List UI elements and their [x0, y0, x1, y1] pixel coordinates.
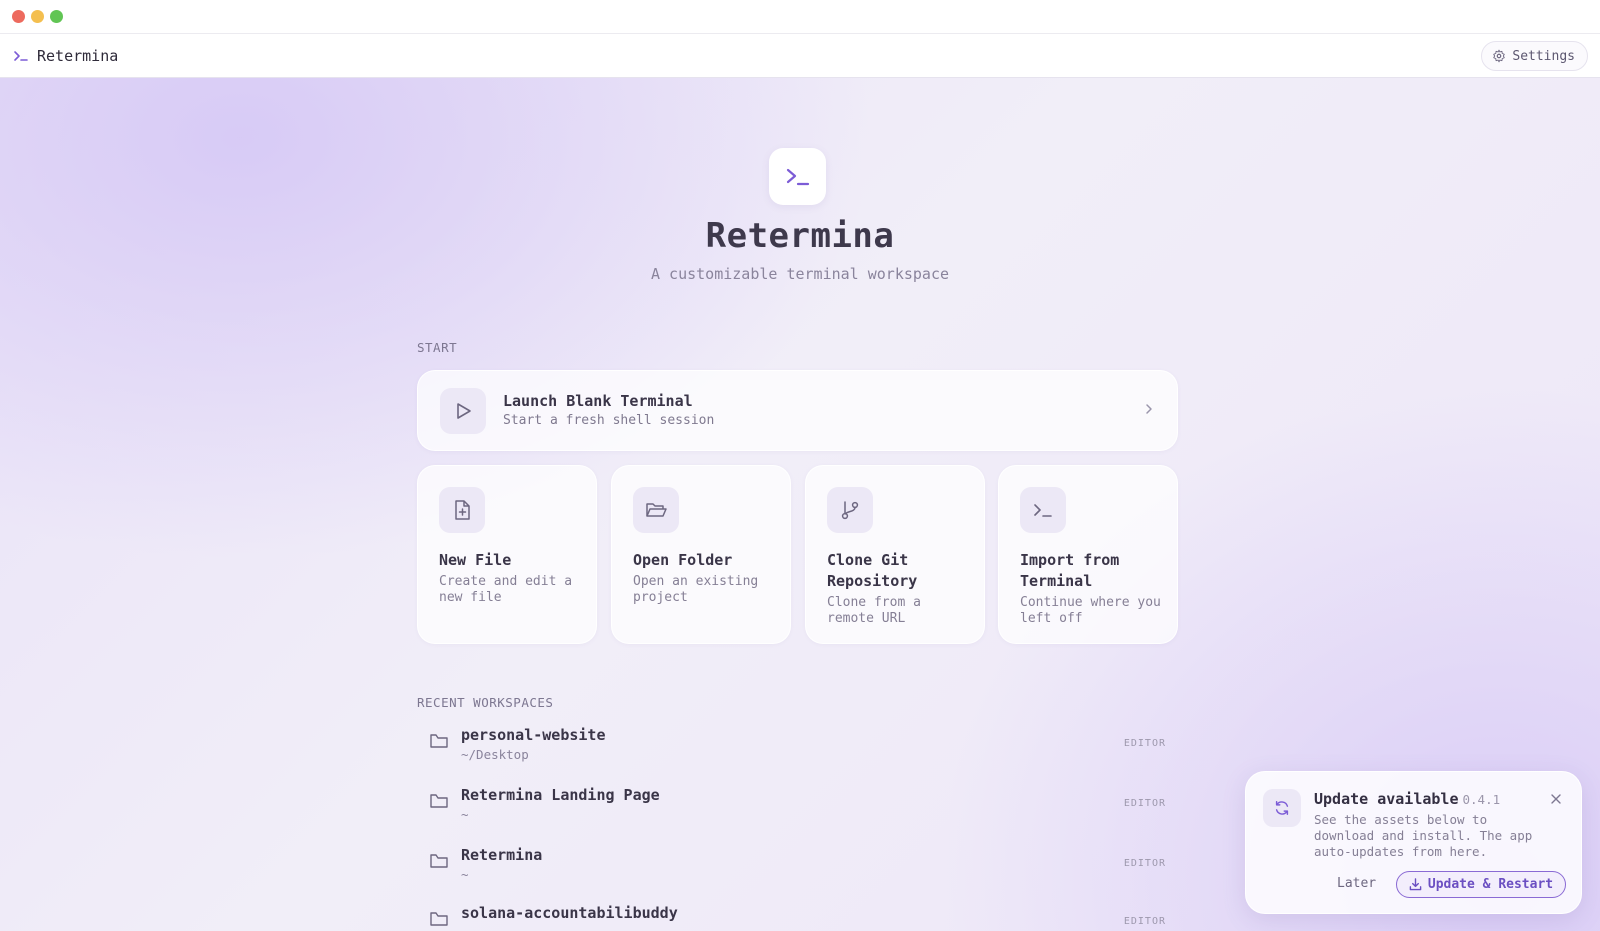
page-subtitle: A customizable terminal workspace [650, 265, 949, 283]
terminal-icon [1034, 504, 1052, 517]
workspace-path: ~/Desktop [461, 747, 529, 762]
open-folder-card[interactable]: Open Folder Open an existing project [611, 465, 791, 644]
update-icon-box [1263, 789, 1301, 827]
workspace-path: ~ [461, 867, 469, 882]
workspace-row[interactable]: Retermina Landing Page ~ EDITOR [417, 778, 1178, 834]
file-plus-icon [455, 500, 470, 520]
clone-git-title: Clone Git Repository [827, 551, 918, 590]
folder-icon [430, 734, 448, 748]
update-version: 0.4.1 [1462, 792, 1501, 807]
workspace-row[interactable]: solana-accountabilibuddy EDITOR [417, 896, 1178, 931]
workspace-row[interactable]: personal-website ~/Desktop EDITOR [417, 718, 1178, 774]
workspace-name: solana-accountabilibuddy [461, 904, 678, 922]
settings-label: Settings [1512, 48, 1575, 64]
workspace-row[interactable]: Retermina ~ EDITOR [417, 838, 1178, 894]
start-section-label: START [417, 340, 458, 355]
later-button[interactable]: Later [1337, 876, 1376, 891]
recent-workspaces-label: RECENT WORKSPACES [417, 695, 554, 710]
launch-title: Launch Blank Terminal [503, 392, 693, 410]
workspace-name: personal-website [461, 726, 606, 744]
terminal-icon [786, 168, 809, 185]
new-file-subtitle: Create and edit a new file [439, 574, 573, 605]
zoom-window-button[interactable] [50, 10, 63, 23]
welcome-screen: Retermina A customizable terminal worksp… [0, 78, 1600, 931]
app-name: Retermina [37, 46, 119, 65]
import-terminal-card[interactable]: Import from Terminal Continue where you … [998, 465, 1178, 644]
close-window-button[interactable] [12, 10, 25, 23]
update-restart-label: Update & Restart [1427, 877, 1554, 892]
workspace-path: ~ [461, 807, 469, 822]
refresh-icon [1275, 800, 1289, 816]
clone-git-card[interactable]: Clone Git Repository Clone from a remote… [805, 465, 985, 644]
download-icon [1409, 878, 1422, 891]
workspace-type-badge: EDITOR [1123, 798, 1166, 809]
launch-blank-terminal-card[interactable]: Launch Blank Terminal Start a fresh shel… [417, 370, 1178, 451]
open-folder-icon-box [633, 487, 679, 533]
window-titlebar [0, 0, 1600, 34]
update-title-text: Update available [1314, 790, 1459, 808]
close-icon[interactable] [1551, 794, 1561, 804]
page-title: Retermina [705, 216, 895, 256]
folder-icon [430, 854, 448, 868]
folder-icon [430, 794, 448, 808]
workspace-type-badge: EDITOR [1123, 858, 1166, 869]
app-logo [769, 148, 826, 205]
play-icon [457, 403, 471, 419]
workspace-name: Retermina [461, 846, 543, 864]
folder-open-icon [646, 503, 667, 517]
open-folder-title: Open Folder [633, 551, 733, 569]
workspace-type-badge: EDITOR [1123, 738, 1166, 749]
update-restart-button[interactable]: Update & Restart [1396, 871, 1566, 898]
app-brand: Retermina [13, 47, 118, 65]
gear-icon [1493, 49, 1506, 63]
terminal-prompt-icon [14, 50, 28, 61]
git-branch-icon [841, 501, 859, 520]
launch-icon-box [440, 388, 486, 434]
new-file-title: New File [439, 551, 512, 569]
import-terminal-subtitle: Continue where you left off [1020, 595, 1161, 626]
launch-subtitle: Start a fresh shell session [503, 413, 715, 428]
update-message: See the assets below to download and ins… [1314, 812, 1533, 859]
chevron-right-icon [1146, 404, 1152, 414]
settings-button[interactable]: Settings [1481, 41, 1588, 71]
new-file-card[interactable]: New File Create and edit a new file [417, 465, 597, 644]
open-folder-subtitle: Open an existing project [633, 574, 759, 605]
minimize-window-button[interactable] [31, 10, 44, 23]
new-file-icon-box [439, 487, 485, 533]
folder-icon [430, 912, 448, 926]
workspace-type-badge: EDITOR [1123, 916, 1166, 927]
update-notification: Update available 0.4.1 See the assets bel… [1245, 771, 1582, 914]
update-title: Update available 0.4.1 [1314, 790, 1500, 808]
workspace-name: Retermina Landing Page [461, 786, 660, 804]
clone-git-icon-box [827, 487, 873, 533]
import-terminal-title: Import from Terminal [1020, 551, 1120, 590]
app-header: Retermina Settings [0, 34, 1600, 78]
import-terminal-icon-box [1020, 487, 1066, 533]
clone-git-subtitle: Clone from a remote URL [827, 595, 921, 626]
